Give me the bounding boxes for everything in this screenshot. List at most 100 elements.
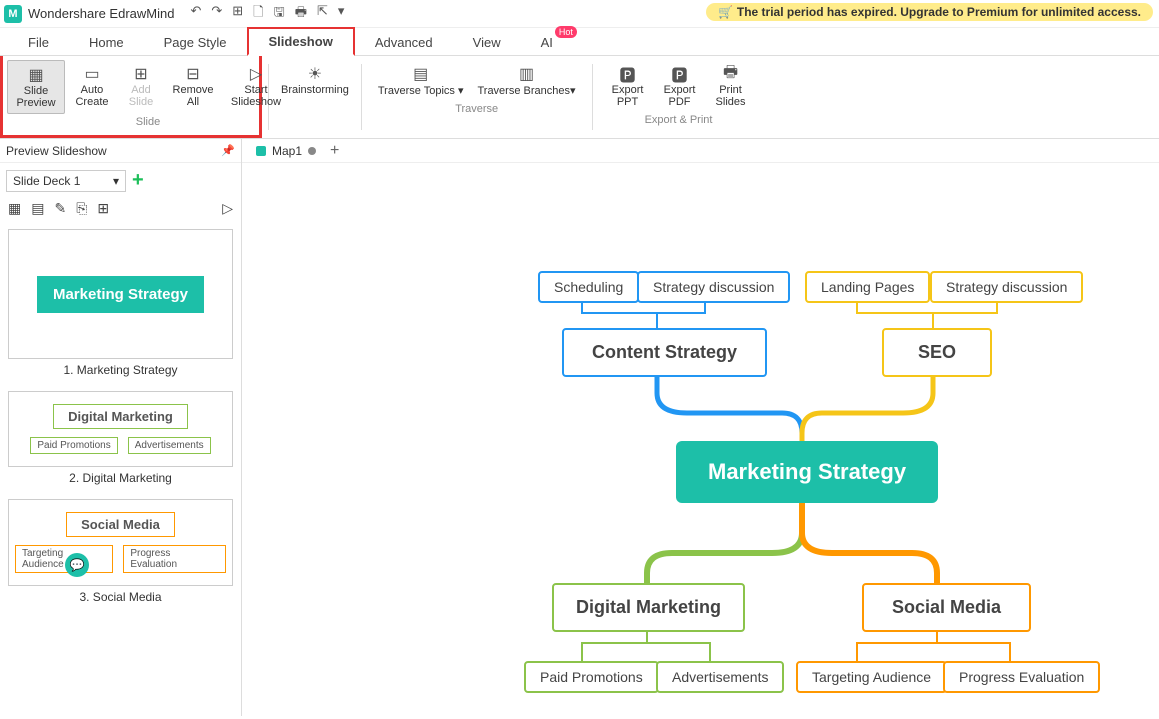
trial-text: The trial period has expired. Upgrade to…	[737, 5, 1141, 19]
quick-access-toolbar: ↶ ↷ ⊞ 🗋 🖫 🖶 ⇱ ▾	[190, 3, 344, 25]
tool-2-icon[interactable]: ▤	[31, 200, 44, 217]
deck-row: Slide Deck 1 ▾ +	[0, 163, 241, 198]
slide-thumb-3[interactable]: Social Media Targeting Audience Progress…	[8, 499, 233, 586]
open-icon[interactable]: 🗋	[253, 3, 263, 25]
preview-panel: Preview Slideshow 📌 Slide Deck 1 ▾ + ▦ ▤…	[0, 139, 242, 716]
node-seo[interactable]: SEO	[882, 328, 992, 377]
thumb2-c1: Paid Promotions	[30, 437, 117, 454]
node-landing-pages[interactable]: Landing Pages	[805, 271, 930, 303]
export-ppt-button[interactable]: 🅿 Export PPT	[603, 60, 653, 112]
export-pdf-label: Export PDF	[661, 84, 699, 108]
ribbon-rest: ☀ Brainstorming ▤ Traverse Topics ▾ ▥ Tr…	[262, 56, 759, 138]
print-icon[interactable]: 🖶	[295, 3, 307, 25]
remove-all-button[interactable]: ⊟ Remove All	[165, 60, 221, 114]
slide-preview-label: Slide Preview	[14, 85, 58, 109]
slide-caption-3: 3. Social Media	[8, 590, 233, 604]
auto-create-icon: ▭	[81, 64, 103, 84]
node-paid-promotions[interactable]: Paid Promotions	[524, 661, 659, 693]
print-slides-icon: 🖶	[720, 64, 742, 84]
ribbon: ▦ Slide Preview ▭ Auto Create ⊞ Add Slid…	[0, 56, 1159, 139]
export-ppt-label: Export PPT	[609, 84, 647, 108]
new-icon[interactable]: ⊞	[232, 3, 243, 25]
start-slideshow-button[interactable]: ▷ Start Slideshow	[223, 60, 289, 114]
app-name: Wondershare EdrawMind	[28, 6, 174, 21]
node-strategy-discussion-1[interactable]: Strategy discussion	[637, 271, 790, 303]
doc-tab-icon	[256, 146, 266, 156]
export-pdf-button[interactable]: 🅿 Export PDF	[655, 60, 705, 112]
slides-list[interactable]: Marketing Strategy 1. Marketing Strategy…	[0, 225, 241, 716]
chat-bubble-icon[interactable]: 💬	[65, 553, 89, 577]
panel-header: Preview Slideshow 📌	[0, 139, 241, 163]
title-bar: M Wondershare EdrawMind ↶ ↷ ⊞ 🗋 🖫 🖶 ⇱ ▾ …	[0, 0, 1159, 28]
traverse-topics-button[interactable]: ▤ Traverse Topics ▾	[372, 60, 470, 101]
add-deck-button[interactable]: +	[132, 169, 144, 192]
doc-tab-map1[interactable]: Map1	[248, 142, 324, 160]
hot-badge: Hot	[555, 26, 577, 38]
chevron-down-icon: ▾	[113, 174, 119, 188]
node-advertisements[interactable]: Advertisements	[656, 661, 784, 693]
tool-4-icon[interactable]: ⎘	[76, 200, 87, 217]
add-slide-icon: ⊞	[130, 64, 152, 84]
node-social-media[interactable]: Social Media	[862, 583, 1031, 632]
save-icon[interactable]: 🖫	[274, 3, 285, 25]
cart-icon: 🛒	[718, 5, 733, 19]
menu-bar: File Home Page Style Slideshow Advanced …	[0, 28, 1159, 56]
brainstorming-icon: ☀	[304, 64, 326, 84]
menu-view[interactable]: View	[453, 30, 521, 55]
menu-advanced[interactable]: Advanced	[355, 30, 453, 55]
deck-name: Slide Deck 1	[13, 174, 80, 188]
node-scheduling[interactable]: Scheduling	[538, 271, 639, 303]
node-content-strategy[interactable]: Content Strategy	[562, 328, 767, 377]
pin-icon[interactable]: 📌	[221, 144, 235, 157]
undo-icon[interactable]: ↶	[190, 3, 201, 25]
tool-1-icon[interactable]: ▦	[8, 200, 21, 217]
auto-create-label: Auto Create	[73, 84, 111, 108]
ribbon-group-slide: Slide	[136, 116, 160, 128]
menu-ai[interactable]: AI Hot	[521, 30, 573, 55]
menu-page-style[interactable]: Page Style	[144, 30, 247, 55]
tool-3-icon[interactable]: ✎	[54, 200, 66, 217]
mindmap-canvas[interactable]: Scheduling Strategy discussion Content S…	[242, 163, 1159, 716]
menu-slideshow[interactable]: Slideshow	[247, 27, 355, 56]
tool-play-icon[interactable]: ▷	[222, 200, 233, 217]
document-tabbar: Map1 +	[242, 139, 1159, 163]
print-slides-label: Print Slides	[713, 84, 749, 108]
traverse-branches-button[interactable]: ▥ Traverse Branches▾	[471, 60, 581, 101]
traverse-topics-icon: ▤	[410, 64, 432, 84]
slide-thumb-1[interactable]: Marketing Strategy	[8, 229, 233, 359]
slide-thumb-2[interactable]: Digital Marketing Paid Promotions Advert…	[8, 391, 233, 467]
doc-tab-label: Map1	[272, 144, 302, 158]
node-strategy-discussion-2[interactable]: Strategy discussion	[930, 271, 1083, 303]
add-slide-button[interactable]: ⊞ Add Slide	[119, 60, 163, 114]
redo-icon[interactable]: ↷	[211, 3, 222, 25]
remove-all-label: Remove All	[171, 84, 215, 108]
tool-5-icon[interactable]: ⊞	[97, 200, 109, 217]
thumb3-c2: Progress Evaluation	[123, 545, 226, 573]
export-icon[interactable]: ⇱	[317, 3, 328, 25]
add-tab-button[interactable]: +	[330, 142, 339, 160]
modified-indicator-icon	[308, 147, 316, 155]
print-slides-button[interactable]: 🖶 Print Slides	[707, 60, 755, 112]
menu-home[interactable]: Home	[69, 30, 144, 55]
thumb3-c1: Targeting Audience	[15, 545, 113, 573]
traverse-branches-icon: ▥	[516, 64, 538, 84]
menu-ai-label: AI	[541, 35, 553, 50]
trial-banner[interactable]: 🛒 The trial period has expired. Upgrade …	[706, 3, 1153, 21]
node-center[interactable]: Marketing Strategy	[676, 441, 938, 503]
node-targeting-audience[interactable]: Targeting Audience	[796, 661, 947, 693]
node-digital-marketing[interactable]: Digital Marketing	[552, 583, 745, 632]
deck-select[interactable]: Slide Deck 1 ▾	[6, 170, 126, 192]
thumb1-title: Marketing Strategy	[37, 276, 204, 313]
node-progress-evaluation[interactable]: Progress Evaluation	[943, 661, 1100, 693]
menu-file[interactable]: File	[8, 30, 69, 55]
qat-dropdown-icon[interactable]: ▾	[338, 3, 345, 25]
slide-preview-button[interactable]: ▦ Slide Preview	[7, 60, 65, 114]
start-slideshow-label: Start Slideshow	[229, 84, 283, 108]
auto-create-button[interactable]: ▭ Auto Create	[67, 60, 117, 114]
remove-all-icon: ⊟	[182, 64, 204, 84]
add-slide-label: Add Slide	[125, 84, 157, 108]
export-pdf-icon: 🅿	[669, 64, 691, 84]
slide-caption-1: 1. Marketing Strategy	[8, 363, 233, 377]
ribbon-group-export: Export & Print	[645, 114, 713, 126]
slide-preview-icon: ▦	[25, 65, 47, 85]
